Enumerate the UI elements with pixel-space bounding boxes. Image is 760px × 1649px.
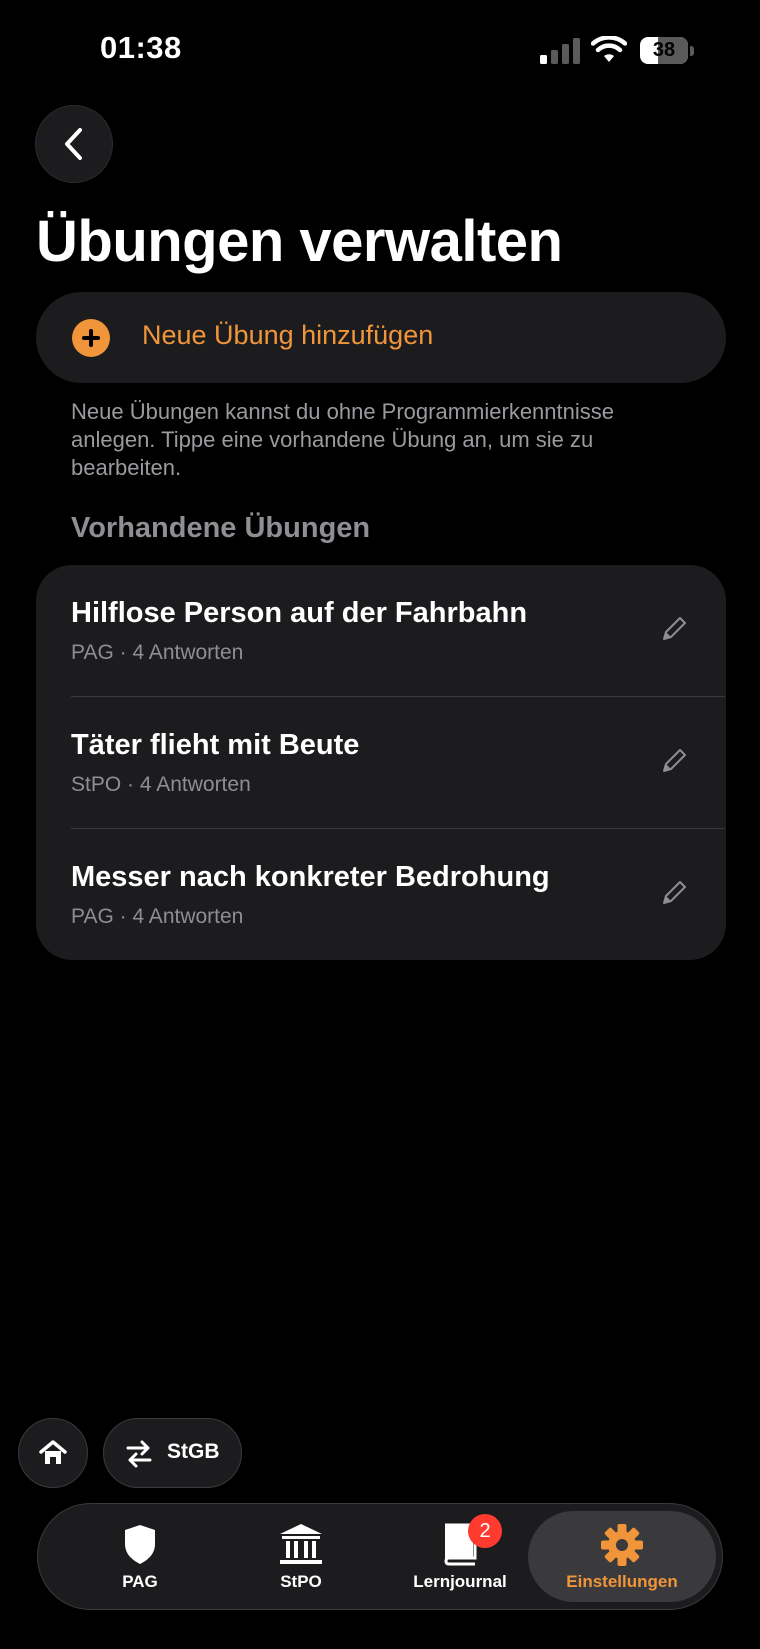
battery-icon: 38: [640, 37, 694, 64]
courthouse-icon: [280, 1524, 322, 1564]
plus-circle-icon: [72, 319, 110, 357]
pencil-icon[interactable]: [660, 615, 688, 643]
exercise-subtitle: StPO · 4 Antworten: [71, 773, 251, 796]
list-item[interactable]: Messer nach konkreter Bedrohung PAG · 4 …: [36, 829, 726, 960]
tab-stpo[interactable]: StPO: [221, 1504, 381, 1609]
tab-bar: PAG StPO 2 Lernjournal Einstellungen: [37, 1503, 723, 1610]
tab-pag[interactable]: PAG: [60, 1504, 220, 1609]
cellular-signal-icon: [540, 38, 580, 64]
tab-lernjournal[interactable]: 2 Lernjournal: [380, 1504, 540, 1609]
switch-law-label: StGB: [167, 1440, 220, 1463]
wifi-icon: [591, 36, 627, 62]
exercise-title: Hilflose Person auf der Fahrbahn: [71, 597, 528, 629]
notification-badge: 2: [468, 1514, 502, 1548]
chevron-left-icon: [65, 128, 82, 160]
status-bar: 01:38 38: [0, 0, 760, 100]
tab-einstellungen[interactable]: Einstellungen: [528, 1511, 716, 1602]
add-exercise-label: Neue Übung hinzufügen: [142, 320, 434, 350]
add-exercise-button[interactable]: Neue Übung hinzufügen: [36, 292, 726, 383]
back-button[interactable]: [35, 105, 113, 183]
exercise-title: Täter flieht mit Beute: [71, 729, 360, 761]
hint-text: Neue Übungen kannst du ohne Programmierk…: [71, 399, 614, 480]
tab-label: StPO: [280, 1572, 322, 1591]
status-time: 01:38: [100, 30, 182, 65]
exercise-subtitle: PAG · 4 Antworten: [71, 641, 244, 664]
pencil-icon[interactable]: [660, 879, 688, 907]
gear-icon: [601, 1524, 643, 1566]
list-item[interactable]: Täter flieht mit Beute StPO · 4 Antworte…: [36, 697, 726, 828]
tab-label: Einstellungen: [566, 1572, 678, 1591]
list-item[interactable]: Hilflose Person auf der Fahrbahn PAG · 4…: [36, 565, 726, 696]
exercise-list: Hilflose Person auf der Fahrbahn PAG · 4…: [36, 565, 726, 960]
exercise-title: Messer nach konkreter Bedrohung: [71, 861, 550, 893]
pencil-icon[interactable]: [660, 747, 688, 775]
home-button[interactable]: [18, 1418, 88, 1488]
exercise-subtitle: PAG · 4 Antworten: [71, 905, 244, 928]
swap-arrows-icon: [126, 1440, 152, 1468]
home-icon: [39, 1440, 67, 1464]
shield-icon: [125, 1525, 155, 1564]
switch-law-button[interactable]: StGB: [103, 1418, 242, 1488]
page-title: Übungen verwalten: [36, 209, 563, 274]
tab-label: Lernjournal: [413, 1572, 507, 1591]
section-title: Vorhandene Übungen: [71, 512, 371, 544]
battery-level: 38: [652, 39, 676, 61]
tab-label: PAG: [122, 1572, 158, 1591]
